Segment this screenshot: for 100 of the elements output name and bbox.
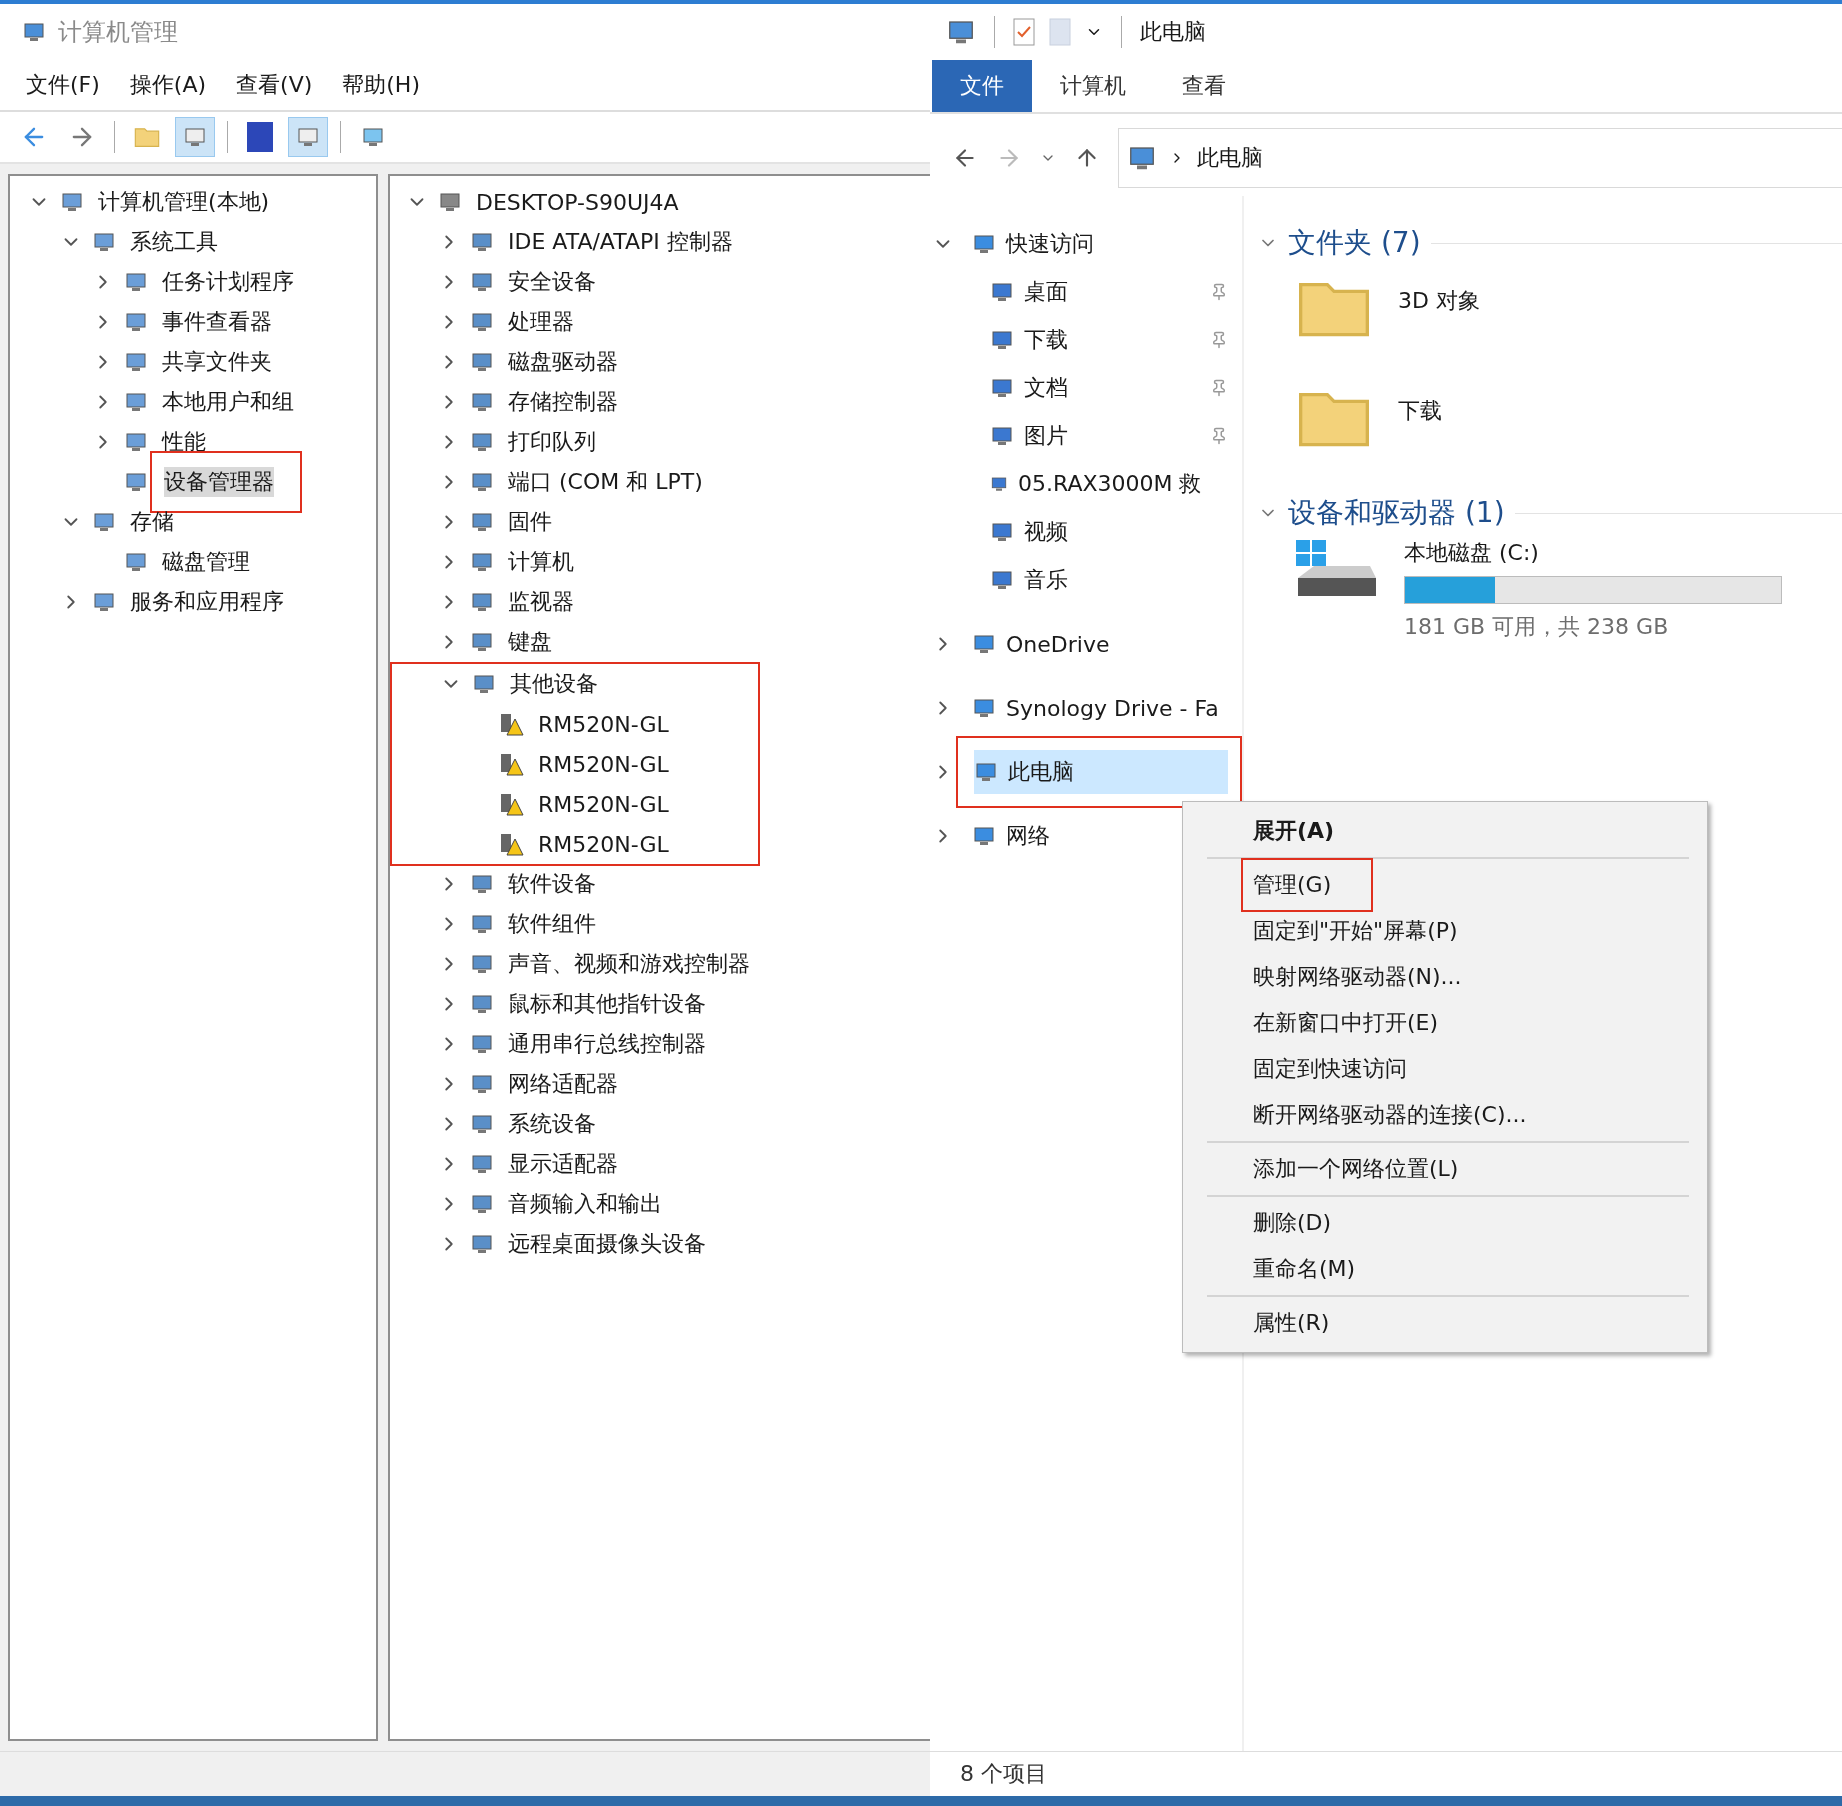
menu-item[interactable]: 文件(F)	[26, 70, 100, 100]
tree-node-icon	[124, 350, 148, 374]
nav-item[interactable]: 05.RAX3000M 救	[1018, 469, 1202, 499]
tree-item[interactable]: 本地用户和组	[156, 384, 300, 420]
tree-item[interactable]: 监视器	[502, 584, 580, 620]
tree-item[interactable]: 网络适配器	[502, 1066, 624, 1102]
nav-item-icon	[990, 424, 1014, 448]
nav-item[interactable]: 文档	[1024, 373, 1194, 403]
tree-item[interactable]: 安全设备	[502, 264, 602, 300]
tree-item[interactable]: 软件设备	[502, 866, 602, 902]
nav-item-icon	[972, 232, 996, 256]
tree-item[interactable]: RM520N-GL	[532, 708, 675, 740]
nav-item[interactable]: 此电脑	[956, 736, 1242, 808]
tree-item[interactable]: 远程桌面摄像头设备	[502, 1226, 712, 1262]
nav-item[interactable]: 图片	[1024, 421, 1194, 451]
ribbon-tab[interactable]: 计算机	[1032, 60, 1154, 112]
folder-name[interactable]: 3D 对象	[1398, 286, 1480, 316]
address-bar[interactable]: 此电脑	[1118, 128, 1842, 188]
tree-item[interactable]: 存储控制器	[502, 384, 624, 420]
tree-item[interactable]: 固件	[502, 504, 558, 540]
tree-item[interactable]: 任务计划程序	[156, 264, 300, 300]
tree-item[interactable]: 声音、视频和游戏控制器	[502, 946, 756, 982]
nav-item[interactable]: 下载	[1024, 325, 1194, 355]
menu-item[interactable]: 查看(V)	[236, 70, 313, 100]
tree-item[interactable]: 共享文件夹	[156, 344, 278, 380]
menu-item[interactable]: 固定到快速访问	[1253, 1054, 1407, 1084]
nav-item[interactable]: 音乐	[1024, 565, 1194, 595]
menu-item[interactable]: 管理(G)	[1241, 858, 1374, 912]
tree-item[interactable]: IDE ATA/ATAPI 控制器	[502, 224, 739, 260]
tree-item[interactable]: 服务和应用程序	[124, 584, 290, 620]
tree-item[interactable]: 鼠标和其他指针设备	[502, 986, 712, 1022]
tree-item[interactable]: 事件查看器	[156, 304, 278, 340]
device-icon	[470, 1152, 494, 1176]
tree-item[interactable]: 其他设备	[504, 666, 604, 702]
device-icon	[470, 952, 494, 976]
properties-icon[interactable]	[1013, 18, 1035, 46]
tree-node-icon	[92, 230, 116, 254]
menu-item[interactable]: 删除(D)	[1253, 1208, 1332, 1238]
nav-item-icon	[990, 376, 1014, 400]
tree-node-icon	[124, 430, 148, 454]
tree-node-icon	[92, 510, 116, 534]
folder-name[interactable]: 下载	[1398, 396, 1442, 426]
tree-item[interactable]: 磁盘管理	[156, 544, 256, 580]
drive-name[interactable]: 本地磁盘 (C:)	[1404, 538, 1782, 568]
tree-item[interactable]: DESKTOP-S90UJ4A	[470, 186, 685, 218]
menu-item[interactable]: 展开(A)	[1253, 816, 1335, 846]
group-header[interactable]: 文件夹 (7)	[1288, 224, 1421, 262]
nav-item[interactable]: 视频	[1024, 517, 1194, 547]
device-icon	[470, 912, 494, 936]
nav-item[interactable]: OneDrive	[966, 622, 1242, 666]
ribbon-tab[interactable]: 查看	[1154, 60, 1254, 112]
ribbon-tab[interactable]: 文件	[932, 60, 1032, 112]
nav-item-icon	[972, 632, 996, 656]
nav-item-icon	[972, 696, 996, 720]
tree-item[interactable]: 磁盘驱动器	[502, 344, 624, 380]
device-icon	[470, 430, 494, 454]
nav-item[interactable]: Synology Drive - Fa	[966, 686, 1242, 730]
nav-item[interactable]: 网络	[966, 814, 1242, 858]
device-icon	[470, 1192, 494, 1216]
tree-item[interactable]: 系统工具	[124, 224, 224, 260]
device-icon	[470, 1032, 494, 1056]
tree-item[interactable]: RM520N-GL	[532, 828, 675, 860]
menu-item[interactable]: 操作(A)	[129, 70, 207, 100]
tree-item[interactable]: 处理器	[502, 304, 580, 340]
item-count: 8 个项目	[960, 1760, 1047, 1788]
menu-item[interactable]: 断开网络驱动器的连接(C)...	[1253, 1100, 1527, 1130]
tree-item[interactable]: 音频输入和输出	[502, 1186, 668, 1222]
device-icon	[470, 310, 494, 334]
tree-item[interactable]: 键盘	[502, 624, 558, 660]
tree-item[interactable]: 通用串行总线控制器	[502, 1026, 712, 1062]
breadcrumb[interactable]: 此电脑	[1197, 143, 1263, 173]
tree-item[interactable]: 显示适配器	[502, 1146, 624, 1182]
menu-item[interactable]: 在新窗口中打开(E)	[1253, 1008, 1439, 1038]
device-icon	[470, 550, 494, 574]
menu-item[interactable]: 映射网络驱动器(N)...	[1253, 962, 1462, 992]
nav-item[interactable]: 快速访问	[966, 222, 1242, 266]
tree-node-icon	[124, 270, 148, 294]
tree-node-icon	[60, 190, 84, 214]
free-space: 181 GB 可用，共 238 GB	[1404, 613, 1670, 641]
tree-node-icon	[124, 550, 148, 574]
tree-item[interactable]: 计算机	[502, 544, 580, 580]
menu-item[interactable]: 固定到"开始"屏幕(P)	[1253, 916, 1458, 946]
device-icon	[470, 590, 494, 614]
tree-item[interactable]: RM520N-GL	[532, 748, 675, 780]
device-icon	[472, 672, 496, 696]
menu-item[interactable]: 帮助(H)	[342, 70, 420, 100]
tree-item[interactable]: 端口 (COM 和 LPT)	[502, 464, 709, 500]
menu-item[interactable]: 重命名(M)	[1253, 1254, 1356, 1284]
tree-item[interactable]: 计算机管理(本地)	[92, 184, 276, 220]
nav-item-icon	[974, 760, 998, 784]
nav-item-icon	[990, 568, 1014, 592]
tree-item[interactable]: 软件组件	[502, 906, 602, 942]
tree-item[interactable]: 打印队列	[502, 424, 602, 460]
nav-item[interactable]: 桌面	[1024, 277, 1194, 307]
tree-item[interactable]: RM520N-GL	[532, 788, 675, 820]
menu-item[interactable]: 添加一个网络位置(L)	[1253, 1154, 1459, 1184]
menu-item[interactable]: 属性(R)	[1253, 1308, 1330, 1338]
tree-item[interactable]: 系统设备	[502, 1106, 602, 1142]
tree-node-icon	[92, 590, 116, 614]
group-header[interactable]: 设备和驱动器 (1)	[1288, 494, 1505, 532]
